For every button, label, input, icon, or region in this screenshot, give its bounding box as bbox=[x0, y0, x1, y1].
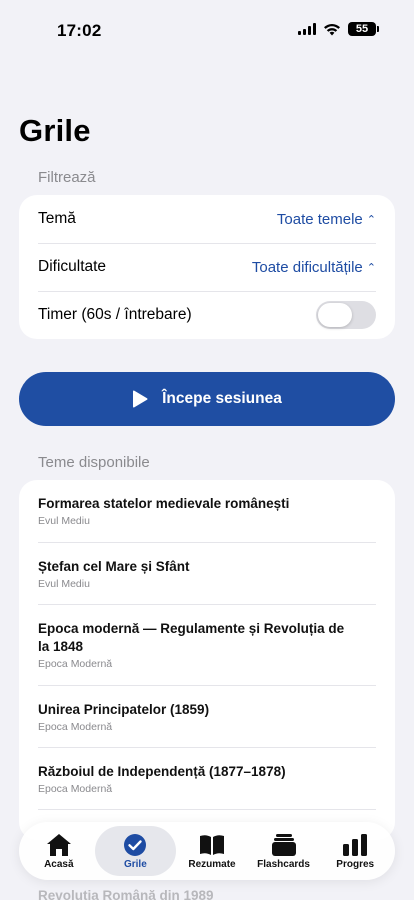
chevron-updown-icon: ⌃ bbox=[366, 261, 376, 274]
tab-label: Acasă bbox=[44, 858, 74, 870]
tab-label: Progres bbox=[336, 858, 375, 870]
battery-icon: 55 bbox=[348, 22, 379, 36]
checkmark-circle-icon bbox=[124, 833, 147, 856]
timer-row: Timer (60s / întrebare) bbox=[19, 291, 395, 339]
topic-period: Evul Mediu bbox=[38, 578, 90, 590]
status-time: 17:02 bbox=[57, 21, 102, 40]
tab-label: Rezumate bbox=[188, 858, 236, 870]
tab-bar: Acasă Grile Rezumate Flashcards Progres bbox=[19, 822, 395, 880]
difficulty-filter-label: Dificultate bbox=[38, 258, 107, 275]
topic-item[interactable]: Ștefan cel Mare și Sfânt Evul Mediu bbox=[19, 542, 395, 604]
topics-section-label: Teme disponibile bbox=[38, 454, 150, 471]
tab-progres[interactable]: Progres bbox=[319, 826, 391, 876]
filter-card: Temă Toate temele ⌃ Dificultate Toate di… bbox=[19, 195, 395, 339]
difficulty-filter-row[interactable]: Dificultate Toate dificultățile ⌃ bbox=[19, 243, 395, 291]
topic-filter-value: Toate temele bbox=[276, 210, 363, 228]
topic-title: Ștefan cel Mare și Sfânt bbox=[38, 559, 190, 574]
tab-label: Flashcards bbox=[257, 858, 310, 870]
toggle-knob bbox=[318, 303, 352, 327]
tab-home[interactable]: Acasă bbox=[23, 826, 95, 876]
chevron-updown-icon: ⌃ bbox=[366, 213, 376, 226]
tab-flashcards[interactable]: Flashcards bbox=[248, 826, 320, 876]
home-icon bbox=[46, 833, 71, 856]
topic-filter-picker[interactable]: Toate temele ⌃ bbox=[277, 211, 376, 228]
topic-filter-label: Temă bbox=[38, 210, 76, 227]
topic-title: Epoca modernă — Regulamente și Revoluția… bbox=[38, 621, 345, 654]
tab-grile[interactable]: Grile bbox=[94, 826, 177, 876]
topic-period: Epoca Modernă bbox=[38, 783, 113, 795]
topic-filter-row[interactable]: Temă Toate temele ⌃ bbox=[19, 195, 395, 243]
topic-item[interactable]: Războiul de Independență (1877–1878) Epo… bbox=[19, 747, 395, 809]
book-icon bbox=[199, 834, 224, 855]
tab-rezumate[interactable]: Rezumate bbox=[176, 826, 248, 876]
topic-item[interactable]: Formarea statelor medievale românești Ev… bbox=[19, 480, 395, 542]
topic-item[interactable]: Epoca modernă — Regulamente și Revoluția… bbox=[19, 604, 395, 685]
cellular-signal-icon bbox=[298, 23, 316, 35]
difficulty-filter-value: Toate dificultățile bbox=[251, 258, 363, 276]
topic-item[interactable]: Unirea Principatelor (1859) Epoca Modern… bbox=[19, 685, 395, 747]
timer-label: Timer (60s / întrebare) bbox=[38, 306, 192, 323]
difficulty-filter-picker[interactable]: Toate dificultățile ⌃ bbox=[252, 259, 376, 276]
cards-icon bbox=[271, 833, 296, 856]
status-bar: 17:02 55 bbox=[0, 0, 414, 54]
topic-title: Unirea Principatelor (1859) bbox=[38, 702, 210, 717]
status-icons: 55 bbox=[298, 22, 379, 36]
topic-item-partial[interactable]: Revoluția Română din 1989 bbox=[38, 888, 214, 900]
page-title: Grile bbox=[19, 113, 91, 148]
topic-title: Formarea statelor medievale românești bbox=[38, 496, 290, 511]
timer-toggle[interactable] bbox=[316, 301, 376, 329]
topic-title: Războiul de Independență (1877–1878) bbox=[38, 764, 286, 779]
filter-section-label: Filtrează bbox=[38, 169, 96, 186]
wifi-icon bbox=[324, 23, 340, 35]
topic-period: Evul Mediu bbox=[38, 515, 90, 527]
start-session-button[interactable]: Începe sesiunea bbox=[19, 372, 395, 426]
topic-period: Epoca Modernă bbox=[38, 721, 113, 733]
play-icon bbox=[133, 390, 148, 408]
tab-label: Grile bbox=[123, 858, 147, 870]
topics-list: Formarea statelor medievale românești Ev… bbox=[19, 480, 395, 840]
topic-period: Epoca Modernă bbox=[38, 658, 113, 670]
start-session-label: Începe sesiunea bbox=[162, 390, 282, 407]
battery-level: 55 bbox=[355, 23, 369, 35]
bar-chart-icon bbox=[343, 833, 368, 856]
